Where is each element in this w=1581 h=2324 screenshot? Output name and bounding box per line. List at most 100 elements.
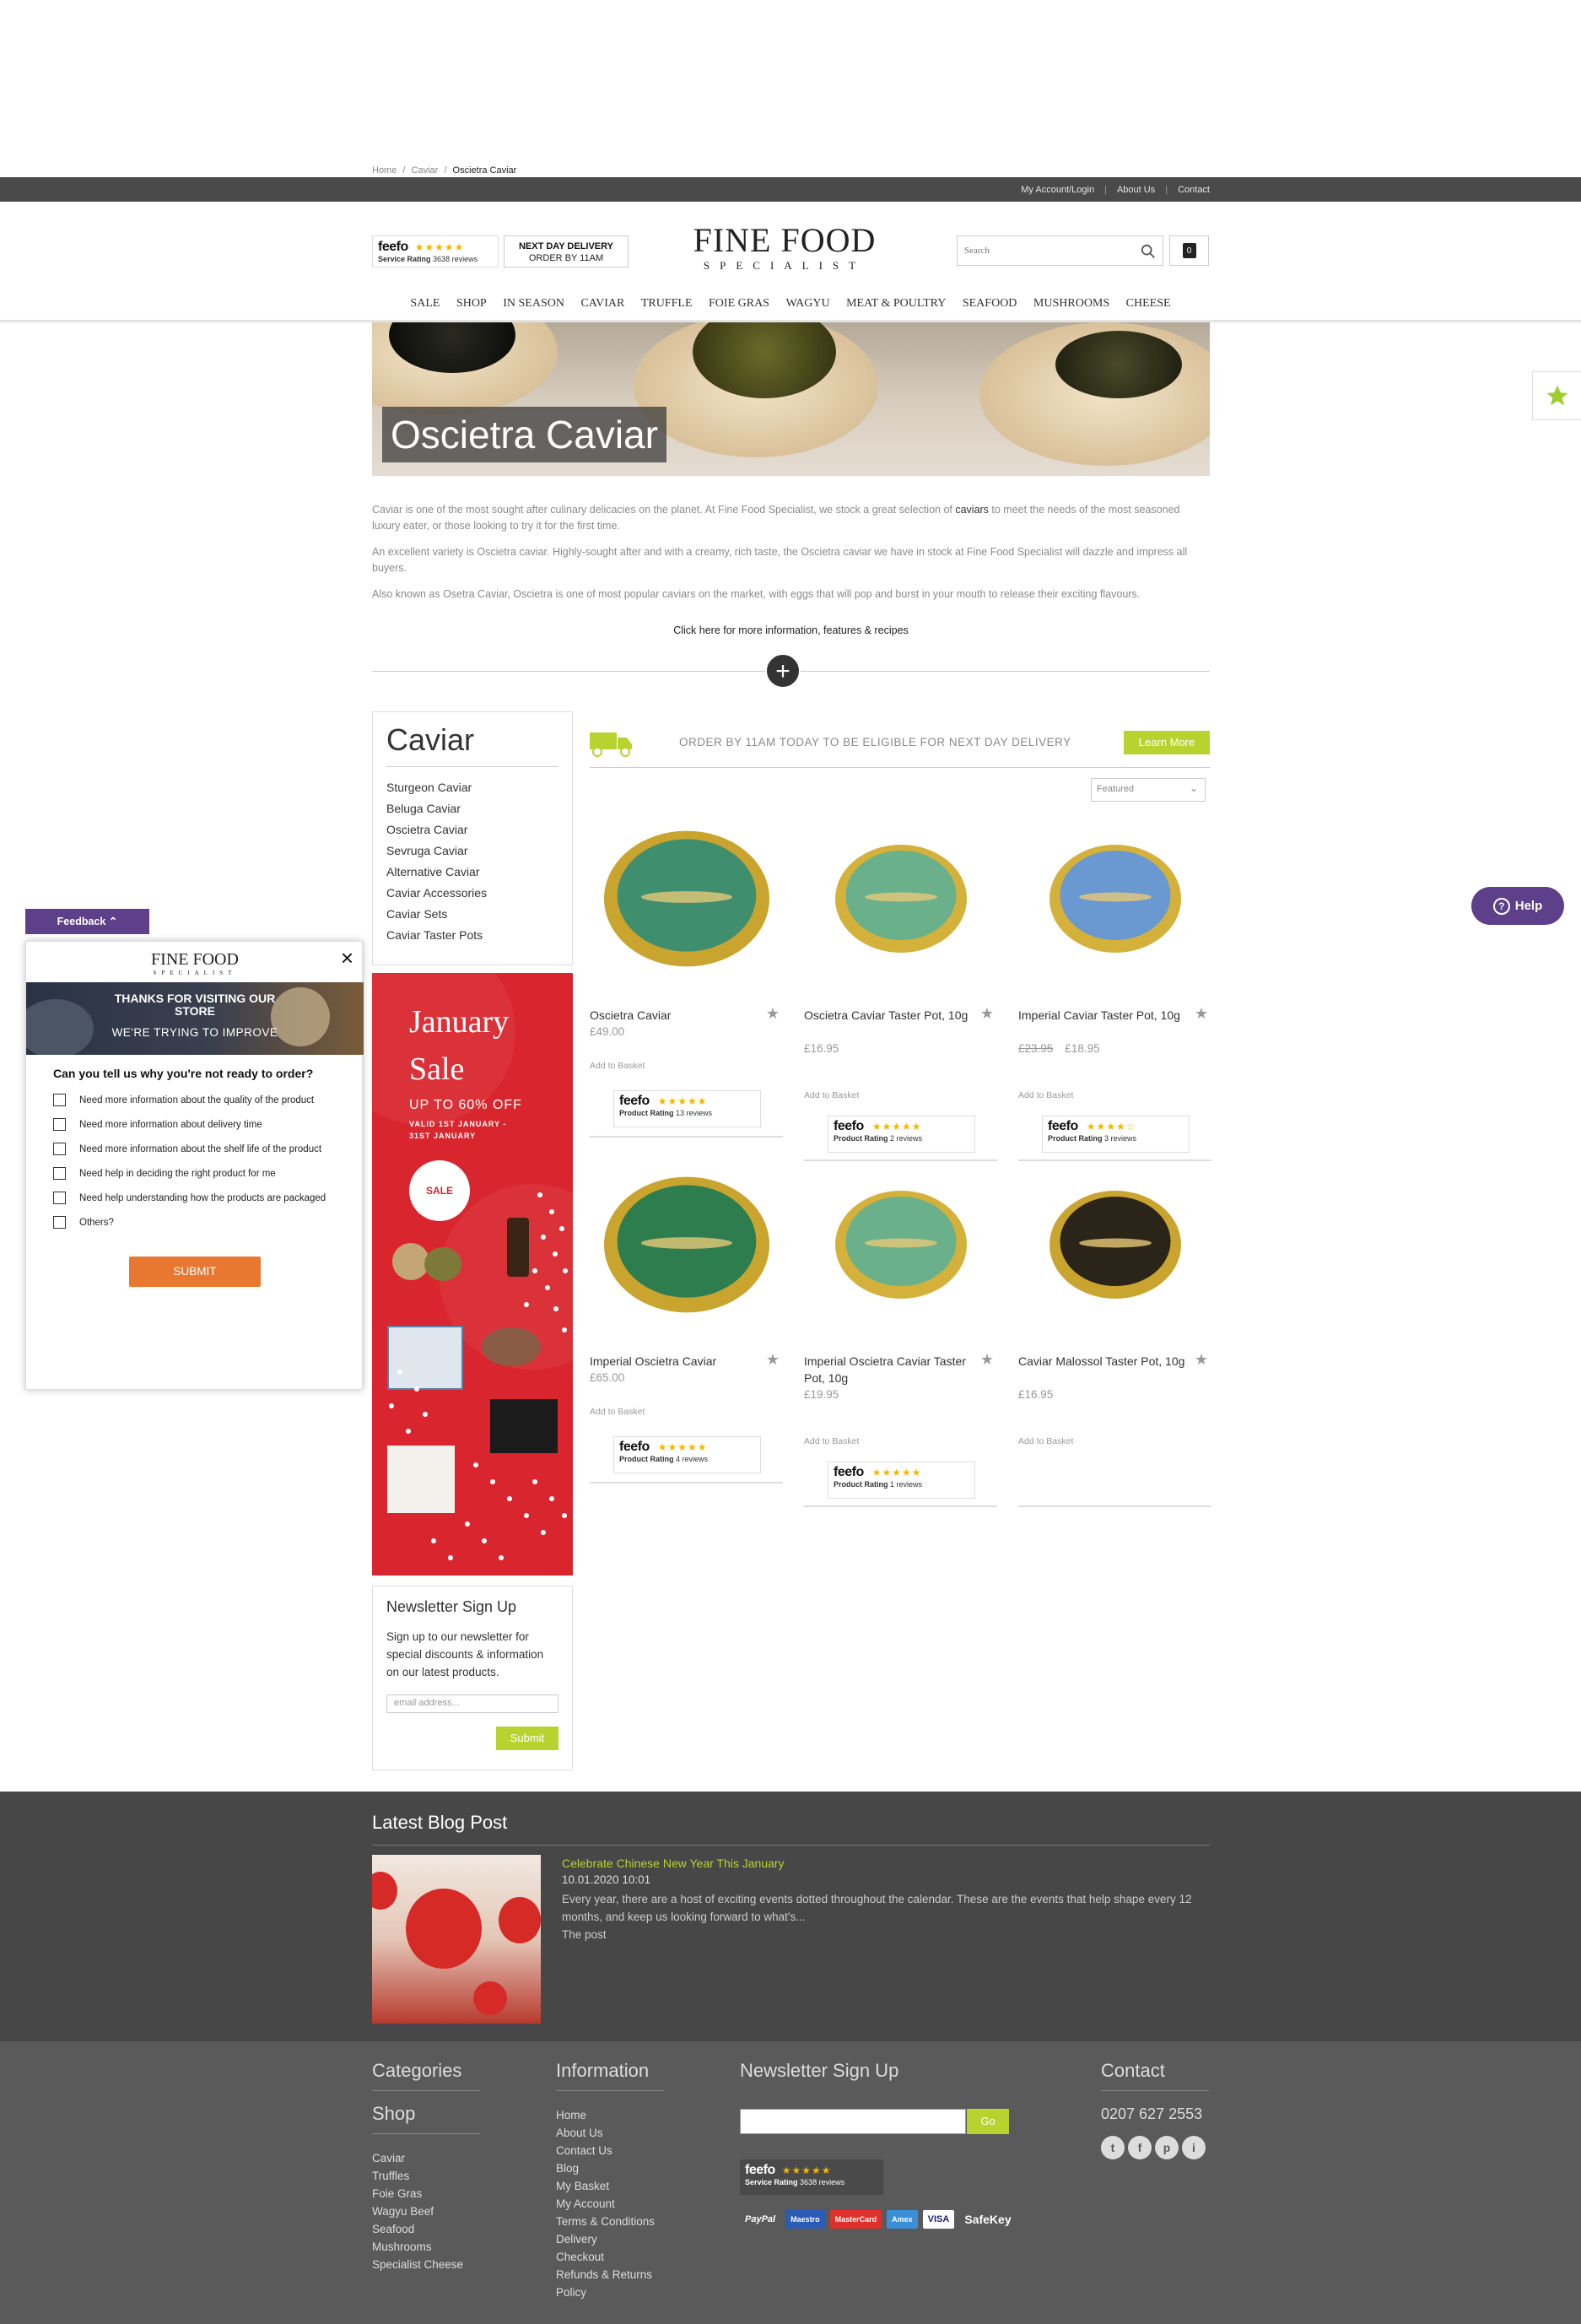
twitter-icon[interactable]: t <box>1101 2136 1125 2159</box>
footer-phone[interactable]: 0207 627 2553 <box>1101 2105 1202 2123</box>
add-to-basket-button[interactable]: Add to Basket <box>590 1407 645 1417</box>
search-input[interactable] <box>958 236 1118 265</box>
footer-link-specialist-cheese[interactable]: Specialist Cheese <box>372 2256 480 2273</box>
sidebar-item-sevruga-caviar[interactable]: Sevruga Caviar <box>386 840 558 862</box>
blog-post-title[interactable]: Celebrate Chinese New Year This January <box>562 1856 785 1870</box>
footer-go-button[interactable]: Go <box>967 2109 1009 2134</box>
sidebar-item-caviar-taster-pots[interactable]: Caviar Taster Pots <box>386 925 558 946</box>
wishlist-star-icon[interactable]: ★ <box>766 1005 780 1023</box>
site-logo[interactable]: FINE FOOD SPECIALIST <box>679 224 890 273</box>
product-name[interactable]: Imperial Caviar Taster Pot, 10g <box>1018 1007 1187 1024</box>
checkbox[interactable] <box>53 1143 66 1155</box>
blog-image[interactable] <box>372 1855 541 2024</box>
my-account-link[interactable]: My Account/Login <box>1021 185 1094 195</box>
nav-item-cheese[interactable]: CHEESE <box>1126 297 1171 310</box>
sidebar-item-caviar-accessories[interactable]: Caviar Accessories <box>386 883 558 904</box>
feefo-product-rating-badge[interactable]: feefo ★★★★★ Product Rating 1 reviews <box>828 1462 975 1499</box>
favourite-tab[interactable] <box>1532 371 1581 420</box>
nav-item-caviar[interactable]: CAVIAR <box>580 297 624 310</box>
breadcrumb-caviar[interactable]: Caviar <box>412 165 439 176</box>
january-sale-banner[interactable]: January Sale UP TO 60% OFF VALID 1ST JANU… <box>372 973 573 1575</box>
footer-feefo-badge[interactable]: feefo ★★★★★ Service Rating 3638 reviews <box>740 2159 883 2195</box>
footer-link-about-us[interactable]: About Us <box>556 2124 664 2142</box>
sidebar-item-beluga-caviar[interactable]: Beluga Caviar <box>386 798 558 819</box>
product-name[interactable]: Caviar Malossol Taster Pot, 10g <box>1018 1353 1187 1370</box>
feefo-product-rating-badge[interactable]: feefo ★★★★★ Product Rating 13 reviews <box>613 1090 761 1127</box>
nav-item-truffle[interactable]: TRUFFLE <box>641 297 693 310</box>
nav-item-meat-poultry[interactable]: MEAT & POULTRY <box>846 297 946 310</box>
product-image[interactable] <box>1018 1160 1211 1338</box>
product-name[interactable]: Imperial Oscietra Caviar <box>590 1353 758 1370</box>
email-field[interactable]: email address... <box>386 1694 558 1713</box>
facebook-icon[interactable]: f <box>1128 2136 1152 2159</box>
feedback-option[interactable]: Need more information about the shelf li… <box>53 1143 321 1155</box>
footer-link-contact-us[interactable]: Contact Us <box>556 2142 664 2159</box>
nav-item-mushrooms[interactable]: MUSHROOMS <box>1033 297 1109 310</box>
wishlist-star-icon[interactable]: ★ <box>766 1351 780 1369</box>
nav-item-sale[interactable]: SALE <box>410 297 440 310</box>
nav-item-wagyu[interactable]: WAGYU <box>785 297 829 310</box>
product-image[interactable] <box>590 814 783 992</box>
nav-item-seafood[interactable]: SEAFOOD <box>963 297 1017 310</box>
add-to-basket-button[interactable]: Add to Basket <box>804 1436 859 1446</box>
expand-plus-button[interactable]: + <box>765 653 801 689</box>
footer-link-policy[interactable]: Policy <box>556 2283 664 2301</box>
nav-item-foie-gras[interactable]: FOIE GRAS <box>709 297 769 310</box>
feedback-submit-button[interactable]: SUBMIT <box>129 1257 261 1287</box>
feedback-option[interactable]: Need more information about delivery tim… <box>53 1118 262 1131</box>
help-button[interactable]: ? Help <box>1471 887 1564 925</box>
feefo-product-rating-badge[interactable]: feefo ★★★★☆ Product Rating 3 reviews <box>1042 1116 1190 1153</box>
footer-link-seafood[interactable]: Seafood <box>372 2220 480 2238</box>
nav-item-shop[interactable]: SHOP <box>456 297 487 310</box>
product-image[interactable] <box>1018 814 1211 992</box>
about-us-link[interactable]: About Us <box>1117 185 1155 195</box>
learn-more-button[interactable]: Learn More <box>1124 731 1210 754</box>
basket-button[interactable]: 0 <box>1169 235 1209 266</box>
feefo-service-rating-badge[interactable]: feefo ★★★★★ Service Rating 3638 reviews <box>372 235 499 268</box>
feedback-option[interactable]: Need more information about the quality … <box>53 1094 314 1106</box>
wishlist-star-icon[interactable]: ★ <box>980 1351 994 1369</box>
checkbox[interactable] <box>53 1094 66 1106</box>
product-name[interactable]: Oscietra Caviar Taster Pot, 10g <box>804 1007 973 1024</box>
add-to-basket-button[interactable]: Add to Basket <box>804 1090 859 1100</box>
footer-link-my-account[interactable]: My Account <box>556 2195 664 2213</box>
checkbox[interactable] <box>53 1167 66 1180</box>
checkbox[interactable] <box>53 1118 66 1131</box>
feefo-product-rating-badge[interactable]: feefo ★★★★★ Product Rating 4 reviews <box>613 1436 761 1473</box>
footer-link-delivery[interactable]: Delivery <box>556 2230 664 2248</box>
footer-link-my-basket[interactable]: My Basket <box>556 2177 664 2195</box>
add-to-basket-button[interactable]: Add to Basket <box>590 1061 645 1071</box>
footer-link-blog[interactable]: Blog <box>556 2159 664 2177</box>
footer-link-terms[interactable]: Terms & Conditions <box>556 2213 664 2230</box>
close-icon[interactable]: × <box>341 945 353 971</box>
footer-link-truffles[interactable]: Truffles <box>372 2167 480 2185</box>
sidebar-item-sturgeon-caviar[interactable]: Sturgeon Caviar <box>386 777 558 798</box>
add-to-basket-button[interactable]: Add to Basket <box>1018 1090 1073 1100</box>
footer-link-caviar[interactable]: Caviar <box>372 2149 480 2167</box>
search-icon[interactable] <box>1141 244 1156 259</box>
nav-item-in-season[interactable]: IN SEASON <box>503 297 564 310</box>
contact-link[interactable]: Contact <box>1178 185 1210 195</box>
feedback-tab[interactable]: Feedback ⌃ <box>25 909 149 934</box>
checkbox[interactable] <box>53 1216 66 1229</box>
feedback-option[interactable]: Others? <box>53 1216 114 1229</box>
newsletter-submit-button[interactable]: Submit <box>496 1727 558 1750</box>
product-image[interactable] <box>804 814 997 992</box>
wishlist-star-icon[interactable]: ★ <box>1195 1351 1208 1369</box>
feedback-option[interactable]: Need help understanding how the products… <box>53 1192 326 1204</box>
product-image[interactable] <box>590 1160 783 1338</box>
product-image[interactable] <box>804 1160 997 1338</box>
footer-link-refunds[interactable]: Refunds & Returns <box>556 2266 664 2283</box>
sort-select[interactable]: Featured ⌄ <box>1091 778 1206 802</box>
footer-link-mushrooms[interactable]: Mushrooms <box>372 2238 480 2256</box>
sidebar-item-caviar-sets[interactable]: Caviar Sets <box>386 904 558 925</box>
footer-link-foie-gras[interactable]: Foie Gras <box>372 2185 480 2202</box>
feedback-option[interactable]: Need help in deciding the right product … <box>53 1167 276 1180</box>
blog-post-link[interactable]: The post <box>562 1926 1211 1943</box>
sidebar-item-alternative-caviar[interactable]: Alternative Caviar <box>386 862 558 883</box>
footer-link-home[interactable]: Home <box>556 2106 664 2124</box>
footer-link-checkout[interactable]: Checkout <box>556 2248 664 2266</box>
footer-link-wagyu-beef[interactable]: Wagyu Beef <box>372 2202 480 2220</box>
pinterest-icon[interactable]: p <box>1155 2136 1179 2159</box>
add-to-basket-button[interactable]: Add to Basket <box>1018 1436 1073 1446</box>
